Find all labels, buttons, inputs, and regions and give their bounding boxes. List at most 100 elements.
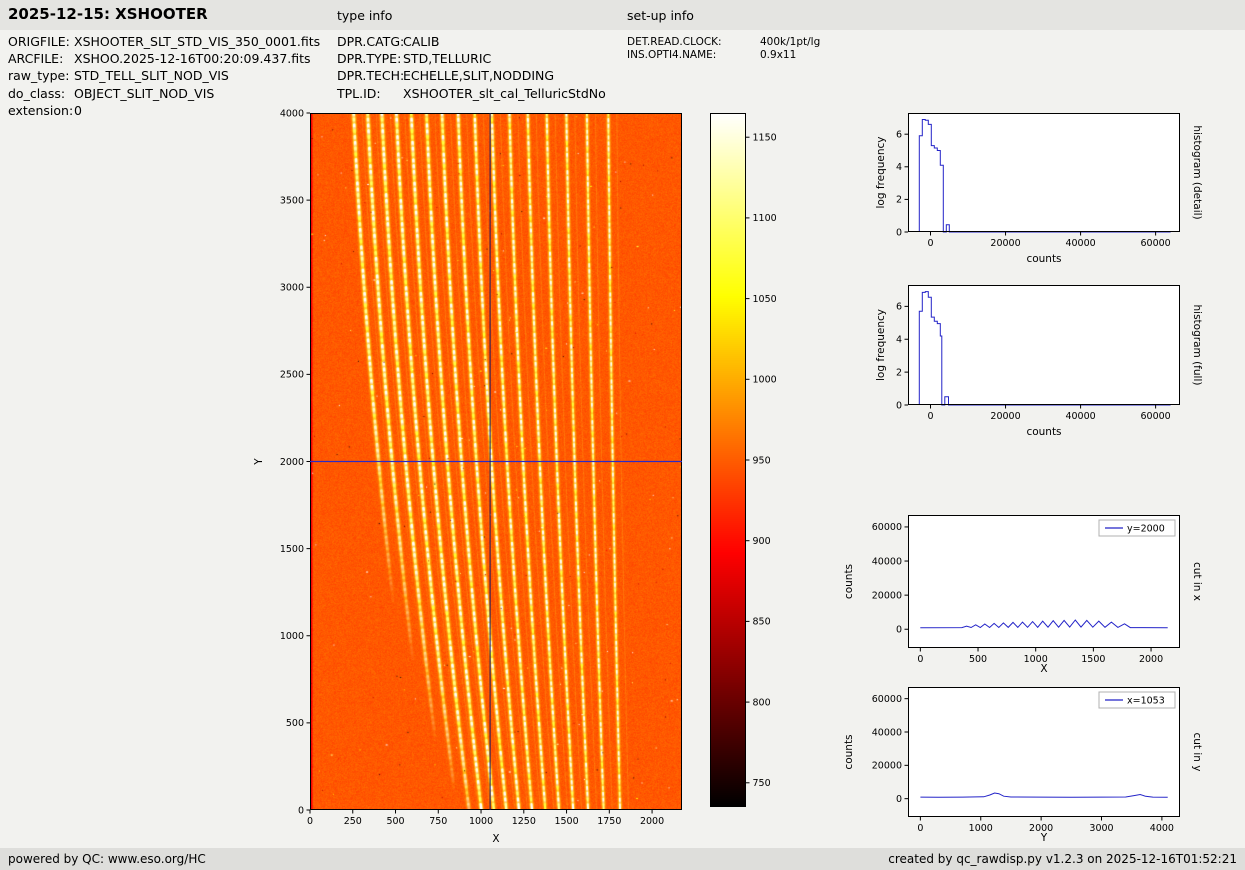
tick-label: 0 bbox=[917, 823, 923, 834]
info-value: STD,TELLURIC bbox=[403, 51, 491, 66]
info-label: DPR.CATG: bbox=[337, 33, 403, 50]
info-value: XSHOO.2025-12-16T00:20:09.437.fits bbox=[74, 51, 311, 66]
info-label: DET.READ.CLOCK: bbox=[627, 36, 760, 49]
type-info-list: DPR.CATG:CALIBDPR.TYPE:STD,TELLURICDPR.T… bbox=[337, 33, 606, 102]
cut_y-plot: 010002000300040000200004000060000Ycounts… bbox=[843, 687, 1203, 844]
info-value: ECHELLE,SLIT,NODDING bbox=[403, 68, 554, 83]
info-row: DPR.CATG:CALIB bbox=[337, 33, 606, 50]
tick-label: 0 bbox=[896, 794, 902, 805]
cut_y-right-label: cut in y bbox=[1191, 732, 1203, 771]
info-value: OBJECT_SLIT_NOD_VIS bbox=[74, 86, 214, 101]
tick-label: 1500 bbox=[554, 816, 578, 827]
info-row: raw_type:STD_TELL_SLIT_NOD_VIS bbox=[8, 67, 320, 84]
tick-label: 950 bbox=[753, 455, 771, 466]
info-label: ARCFILE: bbox=[8, 50, 74, 67]
cut_x-xlabel: X bbox=[1040, 663, 1047, 675]
info-value: XSHOOTER_slt_cal_TelluricStdNo bbox=[403, 86, 606, 101]
raw_image-xlabel: X bbox=[492, 833, 499, 845]
tick-label: 0 bbox=[896, 227, 902, 238]
tick-label: 4 bbox=[896, 162, 902, 173]
hist_detail-right-label: histogram (detail) bbox=[1191, 125, 1203, 219]
hist_full-ylabel: log frequency bbox=[875, 309, 887, 381]
info-row: DPR.TYPE:STD,TELLURIC bbox=[337, 50, 606, 67]
tick-label: 40000 bbox=[872, 556, 902, 567]
hist_detail-series bbox=[919, 120, 1170, 233]
tick-label: 4000 bbox=[1150, 823, 1174, 834]
tick-label: 0 bbox=[896, 400, 902, 411]
tick-label: 1050 bbox=[753, 294, 777, 305]
hist_full-xlabel: counts bbox=[1026, 426, 1061, 438]
tick-label: 1150 bbox=[753, 133, 777, 144]
info-row: DET.READ.CLOCK:400k/1pt/lg bbox=[627, 36, 820, 49]
tick-label: 0 bbox=[307, 816, 313, 827]
cut_x-series bbox=[920, 620, 1167, 628]
info-label: do_class: bbox=[8, 85, 74, 102]
colorbar bbox=[710, 113, 746, 807]
tick-label: 0 bbox=[896, 625, 902, 636]
tick-label: 2000 bbox=[640, 816, 664, 827]
cut_x-ylabel: counts bbox=[843, 564, 855, 599]
tick-label: 3500 bbox=[280, 195, 304, 206]
tick-label: 40000 bbox=[1065, 411, 1095, 422]
tick-label: 2500 bbox=[280, 370, 304, 381]
cut_x-legend bbox=[1099, 520, 1175, 536]
footer-bar: powered by QC: www.eso.org/HC created by… bbox=[0, 848, 1245, 870]
info-row: ARCFILE:XSHOO.2025-12-16T00:20:09.437.fi… bbox=[8, 50, 320, 67]
tick-label: 0 bbox=[927, 238, 933, 249]
info-value: STD_TELL_SLIT_NOD_VIS bbox=[74, 68, 229, 83]
cut_y-legend bbox=[1099, 692, 1175, 708]
tick-label: 500 bbox=[386, 816, 404, 827]
hist_detail-plot: 02000040000600000246countslog frequencyh… bbox=[875, 113, 1203, 265]
info-value: XSHOOTER_SLT_STD_VIS_350_0001.fits bbox=[74, 34, 320, 49]
tick-label: 1750 bbox=[597, 816, 621, 827]
type-info-heading: type info bbox=[337, 8, 392, 23]
tick-label: 20000 bbox=[872, 590, 902, 601]
info-label: INS.OPTI4.NAME: bbox=[627, 49, 760, 62]
tick-label: 60000 bbox=[1140, 411, 1170, 422]
tick-label: 0 bbox=[298, 805, 304, 816]
footer-left: powered by QC: www.eso.org/HC bbox=[8, 852, 206, 866]
tick-label: 1000 bbox=[753, 375, 777, 386]
hist_full-series bbox=[919, 292, 1170, 405]
tick-label: 750 bbox=[429, 816, 447, 827]
tick-label: 800 bbox=[753, 697, 771, 708]
info-label: DPR.TYPE: bbox=[337, 50, 403, 67]
tick-label: 1500 bbox=[280, 544, 304, 555]
info-label: TPL.ID: bbox=[337, 85, 403, 102]
info-row: TPL.ID:XSHOOTER_slt_cal_TelluricStdNo bbox=[337, 85, 606, 102]
hist_detail-ylabel: log frequency bbox=[875, 136, 887, 208]
tick-label: 2 bbox=[896, 195, 902, 206]
info-label: raw_type: bbox=[8, 67, 74, 84]
tick-label: 0 bbox=[927, 411, 933, 422]
hist_full-plot: 02000040000600000246countslog frequencyh… bbox=[875, 285, 1203, 438]
title-bar: 2025-12-15: XSHOOTER type info set-up in… bbox=[0, 0, 1245, 30]
hist_full-right-label: histogram (full) bbox=[1191, 305, 1203, 386]
cut_y-legend-label: x=1053 bbox=[1127, 696, 1165, 707]
hist_detail-xlabel: counts bbox=[1026, 253, 1061, 265]
tick-label: 2000 bbox=[1139, 654, 1163, 665]
raw-echelle-image bbox=[310, 113, 682, 810]
info-value: 0 bbox=[74, 103, 82, 118]
info-row: INS.OPTI4.NAME:0.9x11 bbox=[627, 49, 820, 62]
tick-label: 750 bbox=[753, 778, 771, 789]
footer-right: created by qc_rawdisp.py v1.2.3 on 2025-… bbox=[888, 852, 1237, 866]
info-value: 400k/1pt/lg bbox=[760, 36, 820, 48]
cut_y-ylabel: counts bbox=[843, 734, 855, 769]
tick-label: 1000 bbox=[969, 823, 993, 834]
info-row: do_class:OBJECT_SLIT_NOD_VIS bbox=[8, 85, 320, 102]
tick-label: 1000 bbox=[469, 816, 493, 827]
info-value: CALIB bbox=[403, 34, 440, 49]
tick-label: 20000 bbox=[990, 238, 1020, 249]
tick-label: 60000 bbox=[1140, 238, 1170, 249]
page-title: 2025-12-15: XSHOOTER bbox=[8, 5, 208, 23]
info-value: 0.9x11 bbox=[760, 49, 796, 61]
tick-label: 60000 bbox=[872, 522, 902, 533]
tick-label: 40000 bbox=[872, 727, 902, 738]
cut_x-right-label: cut in x bbox=[1191, 562, 1203, 601]
cut_y-series bbox=[920, 793, 1167, 797]
setup-info-list: DET.READ.CLOCK:400k/1pt/lgINS.OPTI4.NAME… bbox=[627, 36, 820, 61]
tick-label: 1500 bbox=[1081, 654, 1105, 665]
tick-label: 20000 bbox=[872, 761, 902, 772]
tick-label: 850 bbox=[753, 617, 771, 628]
info-label: ORIGFILE: bbox=[8, 33, 74, 50]
